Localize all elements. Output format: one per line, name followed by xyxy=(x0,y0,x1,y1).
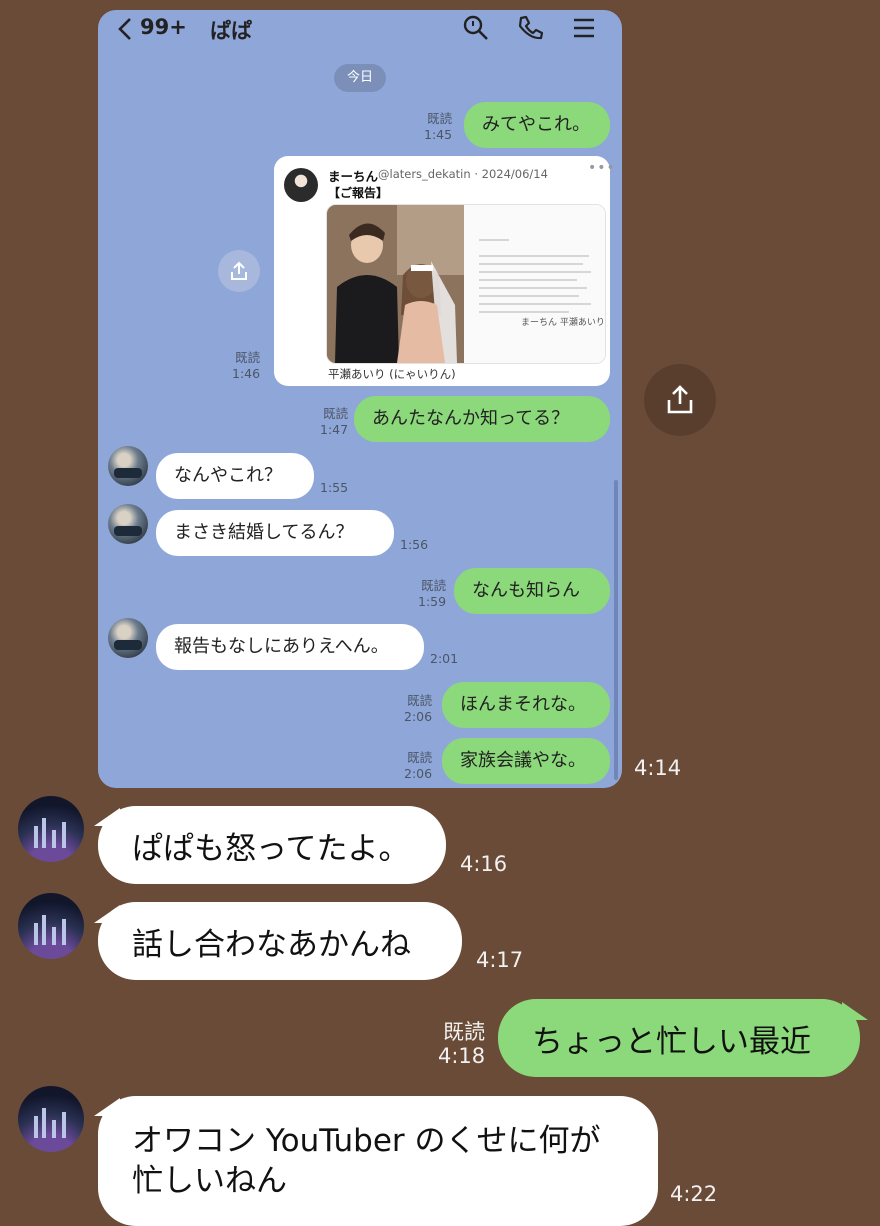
back-chevron-icon[interactable] xyxy=(116,16,134,42)
message-meta: 既読 1:59 xyxy=(418,578,447,609)
contact-avatar[interactable] xyxy=(18,796,84,862)
message-meta: 既読 2:06 xyxy=(404,750,433,781)
message-meta: 既読 1:46 xyxy=(232,350,261,381)
received-message-bubble[interactable]: ぱぱも怒ってたよ。 xyxy=(98,806,446,884)
received-message-bubble[interactable]: 報告もなしにありえへん。 xyxy=(156,624,424,670)
post-author-avatar xyxy=(284,168,318,202)
contact-avatar[interactable] xyxy=(18,893,84,959)
post-author-name: まーちん xyxy=(328,169,379,184)
announcement-document: まーちん 平瀬あいり xyxy=(465,205,605,363)
post-title: 【ご報告】 xyxy=(328,186,389,200)
shared-post-card[interactable]: まーちん @laters_dekatin · 2024/06/14 ••• 【ご… xyxy=(274,156,615,386)
contact-avatar[interactable] xyxy=(18,1086,84,1152)
phone-icon[interactable] xyxy=(516,14,544,42)
sent-message-bubble[interactable]: あんたなんか知ってる？ xyxy=(354,396,610,442)
message-meta: 既読 2:06 xyxy=(404,693,433,724)
scrollbar[interactable] xyxy=(614,480,618,780)
more-options-icon[interactable]: ••• xyxy=(588,160,616,176)
message-time: 4:14 xyxy=(634,756,682,780)
received-message-bubble[interactable]: まさき結婚してるん？ xyxy=(156,510,394,556)
message-meta: 既読 1:47 xyxy=(320,406,349,437)
couple-photo xyxy=(327,205,464,363)
search-icon[interactable] xyxy=(462,14,490,42)
message-time: 4:16 xyxy=(460,852,508,876)
message-time: 1:55 xyxy=(320,480,349,495)
message-time: 4:22 xyxy=(670,1182,718,1206)
chat-title: ぱぱ xyxy=(210,19,252,43)
shared-chat-screenshot[interactable]: 99+ ぱぱ 今日 既読 1:45 みてやこれ。 既読 1:46 まーちん @lat… xyxy=(98,10,622,788)
contact-avatar[interactable] xyxy=(108,504,148,544)
post-author-handle: @laters_dekatin · 2024/06/14 xyxy=(378,167,548,181)
unread-count: 99+ xyxy=(140,15,187,39)
sent-message-bubble[interactable]: ちょっと忙しい最近 xyxy=(498,999,860,1077)
received-message-bubble[interactable]: オワコン YouTuber のくせに何が 忙しいねん xyxy=(98,1096,658,1226)
share-icon[interactable] xyxy=(218,250,260,292)
message-meta: 既読 4:18 xyxy=(438,1020,486,1068)
message-time: 2:01 xyxy=(430,651,459,666)
message-time: 4:17 xyxy=(476,948,524,972)
contact-avatar[interactable] xyxy=(108,618,148,658)
contact-avatar[interactable] xyxy=(108,446,148,486)
share-icon[interactable] xyxy=(644,364,716,436)
received-message-bubble[interactable]: 話し合わなあかんね xyxy=(98,902,462,980)
sent-message-bubble[interactable]: ほんまそれな。 xyxy=(442,682,610,728)
date-chip: 今日 xyxy=(334,64,386,92)
received-message-bubble[interactable]: なんやこれ？ xyxy=(156,453,314,499)
message-time: 1:56 xyxy=(400,537,429,552)
message-line: オワコン YouTuber のくせに何が xyxy=(132,1123,601,1159)
post-media[interactable]: まーちん 平瀬あいり xyxy=(326,204,606,364)
sent-message-bubble[interactable]: なんも知らん xyxy=(454,568,610,614)
post-caption: 平瀬あいり (にゃいりん) xyxy=(328,367,456,381)
sent-message-bubble[interactable]: みてやこれ。 xyxy=(464,102,610,148)
bubble-tail xyxy=(842,1002,868,1020)
menu-icon[interactable] xyxy=(572,16,596,40)
sent-message-bubble[interactable]: 家族会議やな。 xyxy=(442,738,610,784)
message-line: 忙しいねん xyxy=(132,1163,287,1199)
document-signature: まーちん 平瀬あいり xyxy=(521,318,605,328)
chat-header: 99+ ぱぱ xyxy=(98,10,622,50)
message-meta: 既読 1:45 xyxy=(424,111,453,142)
